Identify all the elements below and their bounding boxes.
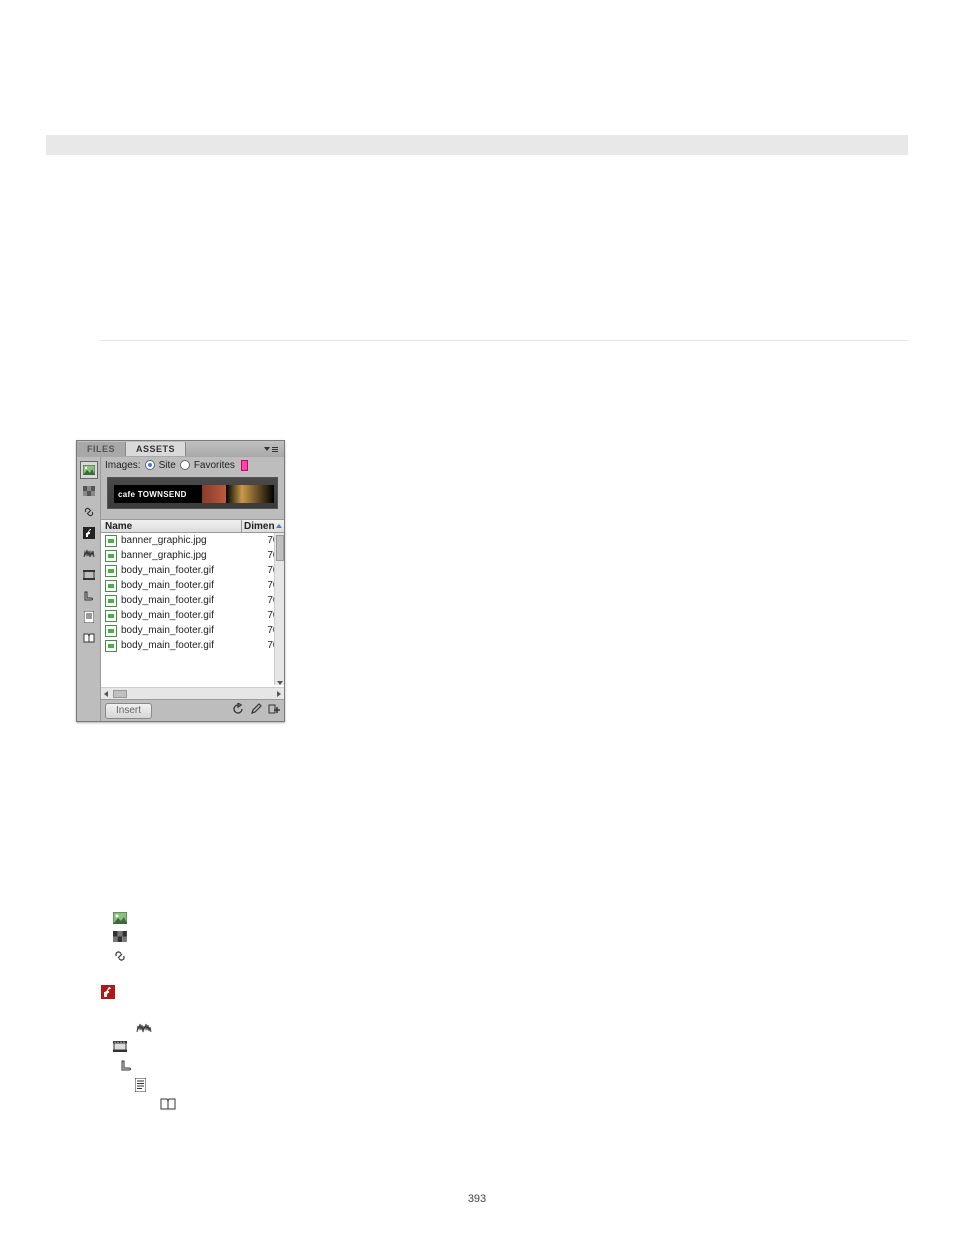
flash-icon <box>100 985 116 999</box>
table-row[interactable]: banner_graphic.jpg700 <box>101 533 284 548</box>
list-item-colors <box>112 927 176 946</box>
sidebar-urls-icon[interactable] <box>80 503 98 521</box>
horizontal-scrollbar[interactable] <box>101 687 284 699</box>
file-name: body_main_footer.gif <box>121 610 214 621</box>
file-name: banner_graphic.jpg <box>121 535 207 546</box>
image-file-icon <box>105 610 117 622</box>
file-name: body_main_footer.gif <box>121 595 214 606</box>
asset-table-body: banner_graphic.jpg700banner_graphic.jpg7… <box>101 533 284 699</box>
sidebar-scripts-icon[interactable] <box>80 587 98 605</box>
cell-name: body_main_footer.gif <box>101 595 246 607</box>
cell-name: body_main_footer.gif <box>101 580 246 592</box>
templates-icon <box>132 1078 148 1092</box>
sidebar-images-icon[interactable] <box>80 461 98 479</box>
file-name: body_main_footer.gif <box>121 565 214 576</box>
list-item-shockwave <box>136 1018 176 1037</box>
colors-icon <box>112 930 128 944</box>
cell-name: body_main_footer.gif <box>101 625 246 637</box>
library-icon <box>160 1097 176 1111</box>
sidebar-shockwave-icon[interactable] <box>80 545 98 563</box>
file-name: body_main_footer.gif <box>121 625 214 636</box>
preview-banner-text: cafe TOWNSEND <box>114 490 187 499</box>
asset-table-header: Name Dimen <box>101 519 284 533</box>
image-file-icon <box>105 640 117 652</box>
add-favorite-icon[interactable] <box>268 703 280 718</box>
list-item-images <box>112 908 176 927</box>
assets-panel: FILES ASSETS <box>76 440 285 722</box>
chapter-heading-bar <box>46 135 908 155</box>
asset-preview: cafe TOWNSEND <box>107 477 278 509</box>
vertical-scrollbar[interactable] <box>274 533 284 685</box>
cell-name: body_main_footer.gif <box>101 610 246 622</box>
filter-row: Images: Site Favorites <box>101 457 284 473</box>
preview-banner-image: cafe TOWNSEND <box>114 485 274 503</box>
image-file-icon <box>105 550 117 562</box>
urls-icon <box>112 949 128 963</box>
panel-footer: Insert <box>101 699 284 721</box>
edit-icon[interactable] <box>250 703 262 718</box>
sort-ascending-icon <box>276 524 282 528</box>
movies-icon <box>112 1040 128 1054</box>
tab-files[interactable]: FILES <box>77 442 126 456</box>
table-row[interactable]: body_main_footer.gif700 <box>101 563 284 578</box>
image-file-icon <box>105 565 117 577</box>
image-file-icon <box>105 580 117 592</box>
list-item-templates <box>132 1075 176 1094</box>
list-item-flash <box>100 982 176 1001</box>
section-divider <box>100 340 908 341</box>
images-icon <box>112 911 128 925</box>
table-row[interactable]: body_main_footer.gif700 <box>101 578 284 593</box>
radio-site[interactable] <box>145 460 155 470</box>
tab-assets[interactable]: ASSETS <box>126 442 186 456</box>
cell-name: banner_graphic.jpg <box>101 550 246 562</box>
table-row[interactable]: body_main_footer.gif700 <box>101 593 284 608</box>
radio-favorites-label: Favorites <box>194 460 235 471</box>
table-row[interactable]: banner_graphic.jpg700 <box>101 548 284 563</box>
insert-button[interactable]: Insert <box>105 703 152 719</box>
table-row[interactable]: body_main_footer.gif700 <box>101 623 284 638</box>
page-number: 393 <box>0 1193 954 1205</box>
radio-favorites[interactable] <box>180 460 190 470</box>
list-item-urls <box>112 946 176 965</box>
category-sidebar <box>77 457 101 721</box>
image-file-icon <box>105 625 117 637</box>
scripts-icon <box>118 1059 134 1073</box>
filter-label: Images: <box>105 460 141 471</box>
table-row[interactable]: body_main_footer.gif700 <box>101 608 284 623</box>
shockwave-icon <box>136 1021 152 1035</box>
panel-menu-button[interactable] <box>258 447 284 452</box>
category-icon-list <box>112 908 176 1113</box>
cell-name: banner_graphic.jpg <box>101 535 246 547</box>
sidebar-colors-icon[interactable] <box>80 482 98 500</box>
sidebar-flash-icon[interactable] <box>80 524 98 542</box>
image-file-icon <box>105 535 117 547</box>
radio-site-label: Site <box>159 460 176 471</box>
list-item-scripts <box>118 1056 176 1075</box>
assets-main-area: Images: Site Favorites cafe TOWNSEND Nam… <box>101 457 284 721</box>
sidebar-movies-icon[interactable] <box>80 566 98 584</box>
col-header-dimen[interactable]: Dimen <box>242 520 284 532</box>
panel-tabs: FILES ASSETS <box>77 441 284 457</box>
file-name: banner_graphic.jpg <box>121 550 207 561</box>
refresh-icon[interactable] <box>232 703 244 718</box>
sidebar-templates-icon[interactable] <box>80 608 98 626</box>
table-row[interactable]: body_main_footer.gif700 <box>101 638 284 653</box>
sidebar-library-icon[interactable] <box>80 629 98 647</box>
file-name: body_main_footer.gif <box>121 640 214 651</box>
file-name: body_main_footer.gif <box>121 580 214 591</box>
cell-name: body_main_footer.gif <box>101 565 246 577</box>
cell-name: body_main_footer.gif <box>101 640 246 652</box>
favorites-bookmark-icon <box>241 460 248 471</box>
col-header-name[interactable]: Name <box>101 520 242 532</box>
list-item-library <box>160 1094 176 1113</box>
image-file-icon <box>105 595 117 607</box>
list-item-movies <box>112 1037 176 1056</box>
